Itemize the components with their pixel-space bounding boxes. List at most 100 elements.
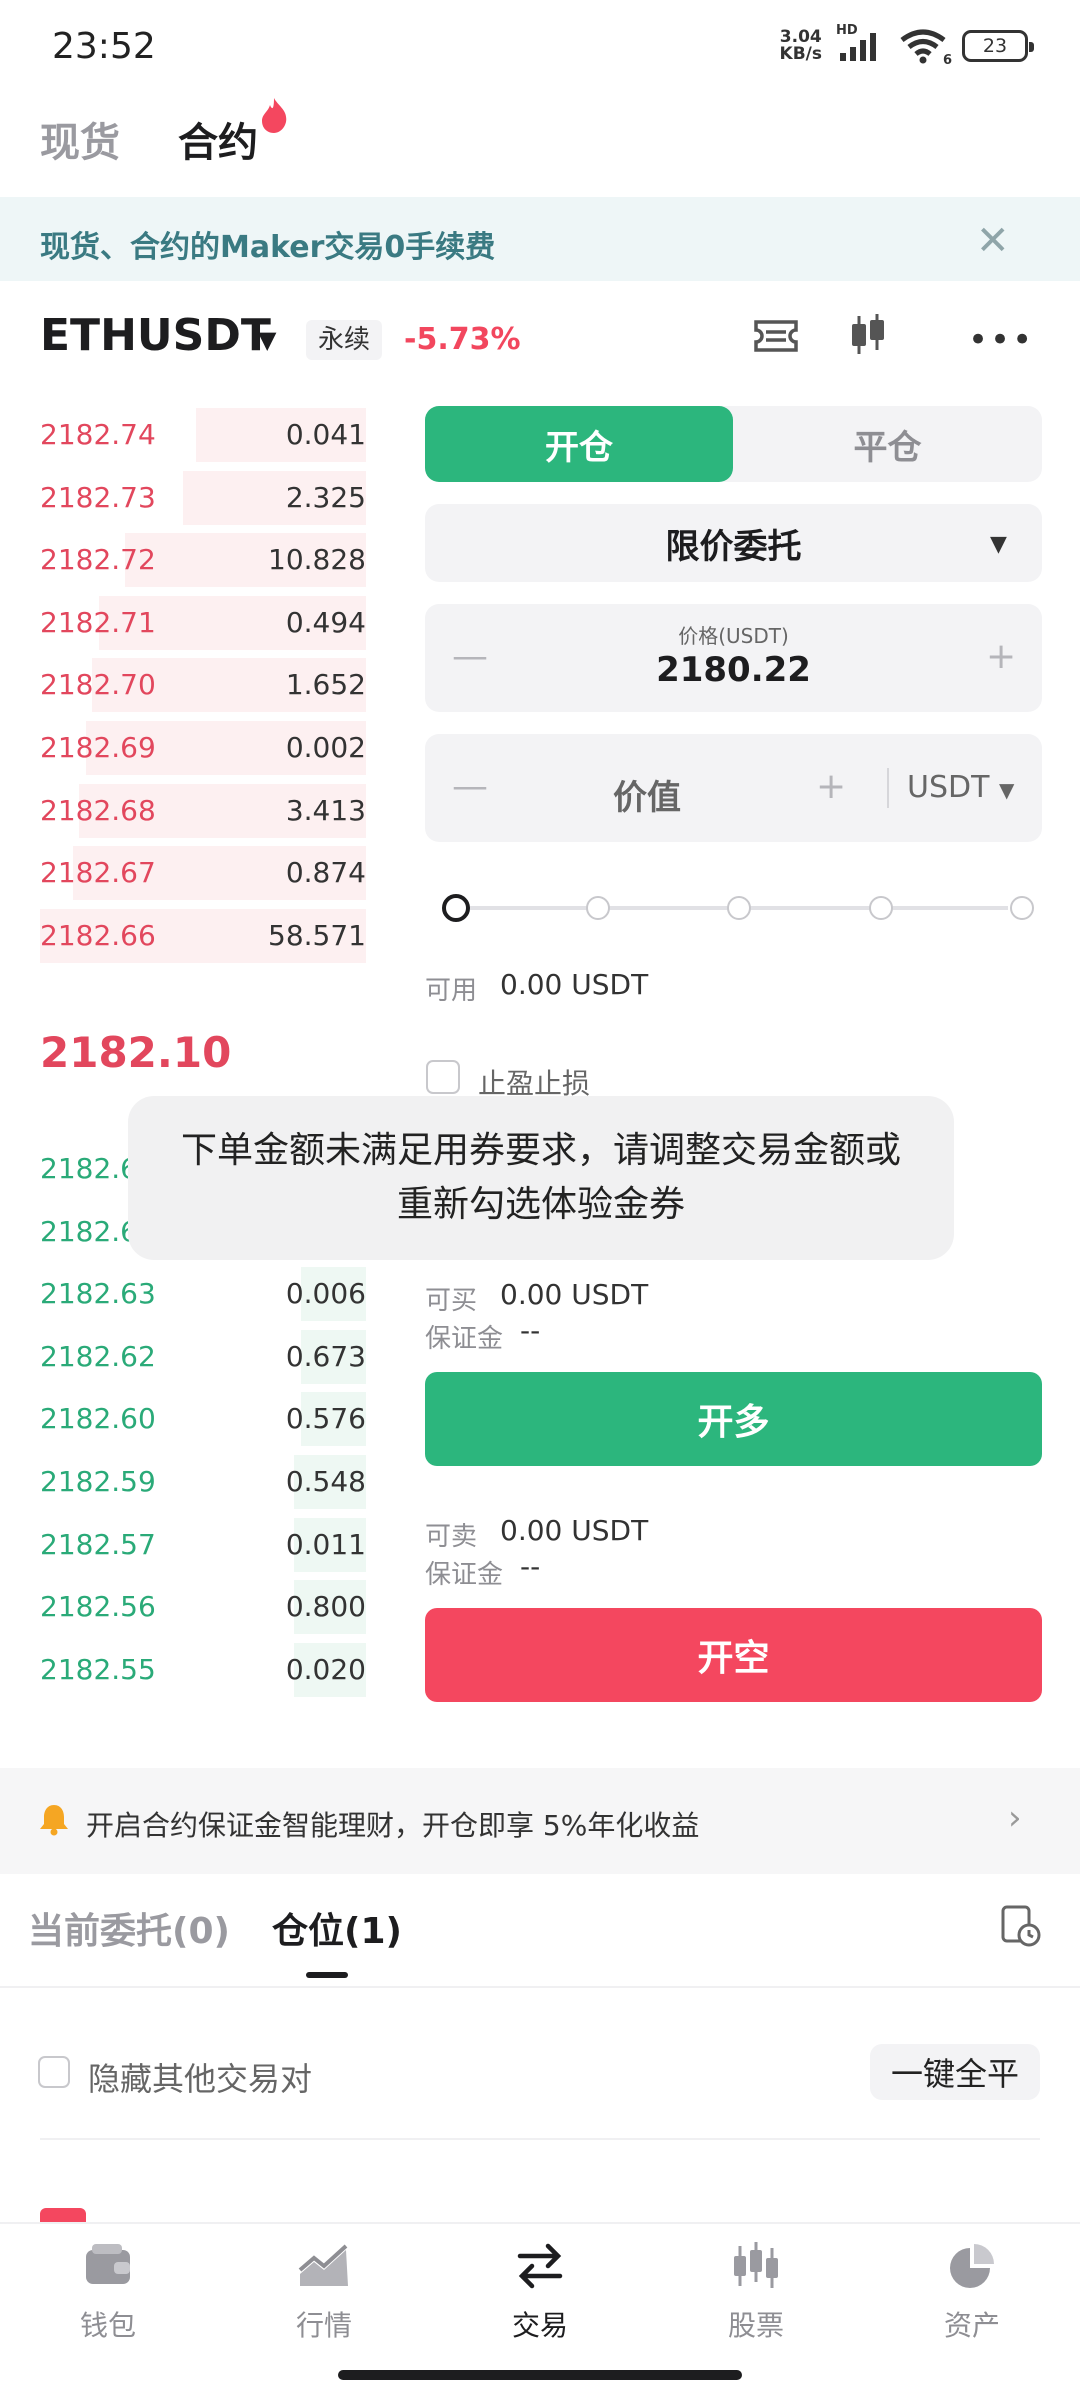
order-qty: 0.002 xyxy=(285,731,366,764)
order-qty: 0.673 xyxy=(285,1339,366,1373)
divider xyxy=(40,2138,1040,2140)
ask-row[interactable]: 2182.72 10.828 xyxy=(40,529,366,591)
order-price: 2182.6 xyxy=(40,1214,138,1248)
order-price: 2182.59 xyxy=(40,1465,156,1498)
order-type-select[interactable]: 限价委托 xyxy=(425,504,1042,582)
bid-row[interactable]: 2182.57 0.011 xyxy=(40,1514,366,1576)
nav-wallet[interactable]: 钱包 xyxy=(0,2240,216,2344)
slider-stop[interactable] xyxy=(868,896,893,920)
margin-value: -- xyxy=(520,1314,541,1347)
price-value[interactable]: 2180.22 xyxy=(425,650,1042,690)
market-chart-icon xyxy=(298,2244,348,2286)
margin-label-short: 保证金 xyxy=(425,1560,504,1590)
nav-stocks[interactable]: 股票 xyxy=(648,2240,864,2344)
slider-stop[interactable] xyxy=(442,894,470,922)
ask-row[interactable]: 2182.66 58.571 xyxy=(40,905,366,967)
close-icon[interactable]: ✕ xyxy=(976,218,1010,264)
slider-stop[interactable] xyxy=(727,896,751,920)
order-price: 2182.71 xyxy=(40,605,156,639)
caret-down-icon[interactable]: ▼ xyxy=(258,326,276,354)
value-plus-icon[interactable]: + xyxy=(816,766,846,807)
order-price: 2182.74 xyxy=(40,418,156,451)
hot-flame-icon xyxy=(258,96,290,138)
home-indicator[interactable] xyxy=(338,2370,742,2380)
order-price: 2182.66 xyxy=(40,918,156,952)
order-price: 2182.70 xyxy=(40,668,156,702)
tab-futures[interactable]: 合约 xyxy=(178,110,258,168)
unit-select[interactable]: USDT ▼ xyxy=(907,770,1014,805)
bid-row[interactable]: 2182.56 0.800 xyxy=(40,1576,366,1638)
banner-text: 现货、合约的Maker交易0手续费 xyxy=(40,230,496,265)
order-price: 2182.60 xyxy=(40,1402,156,1436)
wifi-icon: 6 xyxy=(898,28,952,68)
ask-row[interactable]: 2182.74 0.041 xyxy=(40,404,366,466)
candlestick-chart-icon[interactable] xyxy=(846,312,890,362)
bid-row[interactable]: 2182.63 0.006 xyxy=(40,1263,366,1325)
buyable-value: 0.00 USDT xyxy=(500,1278,649,1311)
order-qty: 0.874 xyxy=(285,856,366,890)
caret-down-icon: ▼ xyxy=(990,532,1007,557)
ticket-icon[interactable] xyxy=(752,316,800,360)
caret-down-icon: ▼ xyxy=(998,778,1015,802)
toast-message: 下单金额未满足用券要求，请调整交易金额或重新勾选体验金券 xyxy=(180,1130,901,1225)
order-qty: 0.800 xyxy=(285,1590,366,1624)
bell-icon xyxy=(38,1802,70,1840)
open-short-button[interactable]: 开空 xyxy=(425,1608,1042,1702)
order-qty: 0.548 xyxy=(285,1465,366,1498)
order-price: 2182.62 xyxy=(40,1339,156,1373)
last-price: 2182.10 xyxy=(40,1028,232,1077)
margin-value-short: -- xyxy=(520,1550,541,1583)
tab-close-position[interactable]: 平仓 xyxy=(733,406,1042,482)
tab-spot[interactable]: 现货 xyxy=(40,110,120,168)
order-qty: 0.576 xyxy=(285,1402,366,1436)
price-change: -5.73% xyxy=(404,322,521,357)
slider-stop[interactable] xyxy=(1010,896,1034,920)
nav-market[interactable]: 行情 xyxy=(216,2240,432,2344)
value-minus-icon[interactable]: — xyxy=(452,766,488,807)
bid-row[interactable]: 2182.62 0.673 xyxy=(40,1326,366,1388)
price-minus-icon[interactable]: — xyxy=(452,636,488,677)
bid-row[interactable]: 2182.55 0.020 xyxy=(40,1639,366,1701)
status-time: 23:52 xyxy=(52,26,156,67)
order-price: 2182.55 xyxy=(40,1652,156,1686)
order-qty: 58.571 xyxy=(268,918,366,952)
nav-trade[interactable]: 交易 xyxy=(432,2240,648,2344)
bid-row[interactable]: 2182.60 0.576 xyxy=(40,1388,366,1450)
chevron-right-icon[interactable]: › xyxy=(1008,1798,1022,1838)
hide-others-label[interactable]: 隐藏其他交易对 xyxy=(88,2054,312,2100)
bid-row[interactable]: 2182.59 0.548 xyxy=(40,1451,366,1513)
ask-row[interactable]: 2182.71 0.494 xyxy=(40,592,366,654)
symbol-name[interactable]: ETHUSDT xyxy=(40,310,271,361)
slider-stop[interactable] xyxy=(585,896,610,920)
wallet-icon xyxy=(86,2244,130,2284)
price-plus-icon[interactable]: + xyxy=(986,636,1016,677)
battery-icon: 23 xyxy=(962,30,1034,62)
order-qty: 3.413 xyxy=(285,793,366,827)
order-history-icon[interactable] xyxy=(1000,1904,1042,1952)
divider xyxy=(0,1986,1080,1988)
signal-icon: HD xyxy=(836,23,884,63)
divider xyxy=(887,768,889,808)
ask-row[interactable]: 2182.70 1.652 xyxy=(40,654,366,716)
tab-current-orders[interactable]: 当前委托(0) xyxy=(28,1902,230,1954)
ask-row[interactable]: 2182.67 0.874 xyxy=(40,842,366,904)
tab-open-position[interactable]: 开仓 xyxy=(425,406,733,482)
order-price: 2182.73 xyxy=(40,480,156,514)
close-all-button[interactable]: 一键全平 xyxy=(870,2044,1040,2100)
hide-others-checkbox[interactable] xyxy=(38,2056,70,2088)
tab-positions[interactable]: 仓位(1) xyxy=(272,1902,402,1954)
ask-row[interactable]: 2182.73 2.325 xyxy=(40,467,366,529)
nav-assets[interactable]: 资产 xyxy=(864,2240,1080,2344)
tp-sl-checkbox[interactable] xyxy=(426,1060,460,1094)
order-price: 2182.69 xyxy=(40,731,156,764)
value-placeholder[interactable]: 价值 xyxy=(613,770,681,819)
ask-row[interactable]: 2182.69 0.002 xyxy=(40,717,366,779)
more-icon[interactable]: ••• xyxy=(968,320,1034,360)
order-price: 2182.56 xyxy=(40,1590,156,1624)
order-price: 2182.72 xyxy=(40,543,156,577)
ask-row[interactable]: 2182.68 3.413 xyxy=(40,780,366,842)
open-long-button[interactable]: 开多 xyxy=(425,1372,1042,1466)
sellable-value: 0.00 USDT xyxy=(500,1514,649,1547)
available-value: 0.00 USDT xyxy=(500,968,649,1001)
sellable-label: 可卖 xyxy=(425,1522,478,1552)
